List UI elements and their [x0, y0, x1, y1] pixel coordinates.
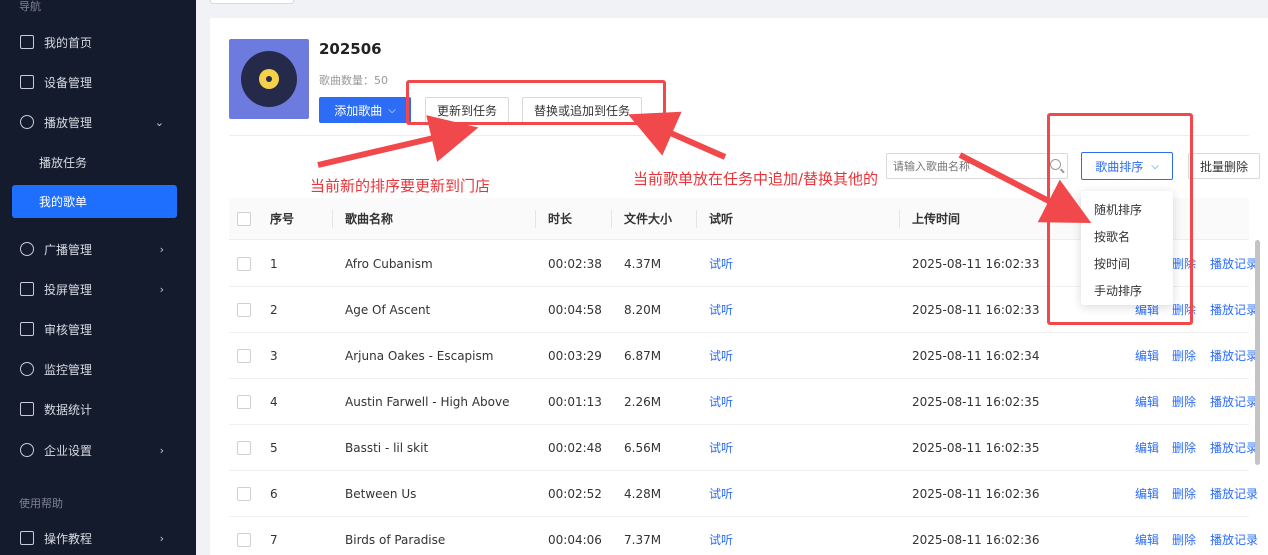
annotation-arrows	[317, 111, 1092, 224]
arrow-to-sort-menu	[958, 152, 1092, 224]
arrow-to-update-button	[317, 115, 479, 168]
arrow-to-replace-button	[628, 111, 727, 160]
